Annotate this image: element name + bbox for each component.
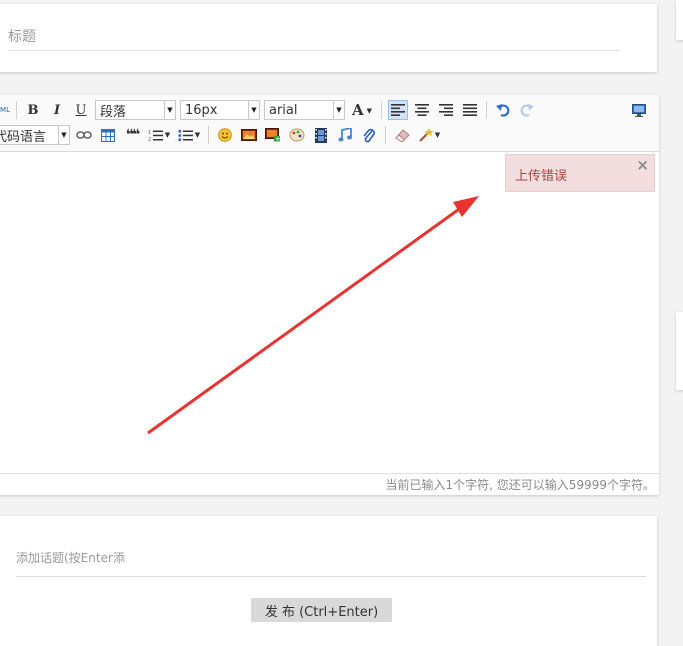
insert-video-button[interactable]: [311, 125, 331, 145]
chevron-down-icon: ▼: [366, 105, 373, 115]
editor-toolbar: HTML B I U 段落 ▼ 16px ▼ arial ▼ A▼: [0, 95, 659, 152]
ordered-list-button[interactable]: 12 ▼: [146, 125, 172, 145]
font-size-select-value: 16px: [185, 102, 218, 118]
publish-button[interactable]: 发 布 (Ctrl+Enter): [251, 598, 392, 622]
underline-button[interactable]: U: [71, 100, 91, 120]
chevron-down-icon: ▼: [194, 131, 201, 139]
font-size-select[interactable]: 16px ▼: [180, 100, 260, 120]
chevron-down-icon: ▼: [164, 101, 175, 119]
toolbar-separator: [208, 126, 209, 144]
align-left-button[interactable]: [388, 100, 408, 120]
italic-button[interactable]: I: [47, 100, 67, 120]
insert-music-button[interactable]: [335, 125, 355, 145]
paperclip-icon: [363, 128, 375, 142]
blockquote-button[interactable]: ❝❝: [122, 125, 142, 145]
palette-icon: [289, 128, 305, 142]
svg-text:2: 2: [148, 137, 151, 142]
emoticon-button[interactable]: [215, 125, 235, 145]
align-center-icon: [415, 104, 429, 116]
publish-card: 发 布 (Ctrl+Enter): [0, 516, 657, 646]
side-panel-fragment: [676, 312, 683, 390]
image-icon: [241, 129, 257, 141]
toolbar-separator: [486, 101, 487, 119]
title-card: [0, 4, 657, 72]
toolbar-separator: [385, 126, 386, 144]
align-left-icon: [391, 104, 405, 116]
redo-icon: [520, 104, 534, 117]
fullscreen-icon: [632, 103, 646, 117]
chevron-down-icon: ▼: [434, 131, 441, 139]
unordered-list-button[interactable]: ▼: [176, 125, 202, 145]
film-icon: [315, 127, 327, 143]
font-family-select-value: arial: [269, 102, 298, 118]
link-icon: [76, 131, 92, 139]
table-icon: [101, 128, 115, 142]
multi-image-icon: +: [265, 128, 281, 142]
code-language-select-value: 代码语言: [0, 129, 47, 145]
unordered-list-icon: [178, 129, 193, 141]
align-right-icon: [439, 104, 453, 116]
link-button[interactable]: [74, 125, 94, 145]
table-button[interactable]: [98, 125, 118, 145]
editor-content-area[interactable]: [0, 152, 659, 471]
smiley-icon: [218, 128, 232, 142]
ordered-list-icon: 12: [148, 130, 163, 142]
font-color-button[interactable]: A ▼: [349, 100, 375, 120]
word-count-status: 当前已输入1个字符, 您还可以输入59999个字符。: [0, 473, 659, 495]
svg-text:1: 1: [148, 130, 151, 136]
multi-image-button[interactable]: +: [263, 125, 283, 145]
attachment-button[interactable]: [359, 125, 379, 145]
toolbar-row-1: HTML B I U 段落 ▼ 16px ▼ arial ▼ A▼: [0, 98, 651, 122]
align-right-button[interactable]: [436, 100, 456, 120]
magic-wand-icon: [419, 128, 434, 142]
paragraph-select[interactable]: 段落 ▼: [95, 100, 176, 120]
code-language-select[interactable]: 代码语言 ▼: [0, 125, 70, 145]
toolbar-separator: [381, 101, 382, 119]
paragraph-select-value: 段落: [100, 104, 127, 120]
svg-text:+: +: [275, 135, 281, 142]
chevron-down-icon: ▼: [164, 131, 171, 139]
clear-format-button[interactable]: [392, 125, 412, 145]
toolbar-separator: [16, 101, 17, 119]
font-family-select[interactable]: arial ▼: [264, 100, 345, 120]
align-center-button[interactable]: [412, 100, 432, 120]
chevron-down-icon: ▼: [248, 101, 259, 119]
title-input[interactable]: [8, 24, 620, 51]
align-justify-button[interactable]: [460, 100, 480, 120]
bold-button[interactable]: B: [23, 100, 43, 120]
html-source-button[interactable]: HTML: [0, 100, 10, 120]
insert-image-button[interactable]: [239, 125, 259, 145]
undo-icon: [496, 104, 510, 117]
toolbar-row-2: 代码语言 ▼ ❝❝ 12 ▼ ▼ + ▼: [0, 123, 444, 147]
undo-button[interactable]: [493, 100, 513, 120]
music-icon: [338, 128, 352, 142]
side-panel-fragment: [676, 0, 683, 40]
upload-error-popup: 上传错误 ×: [505, 154, 655, 192]
scrawl-button[interactable]: [287, 125, 307, 145]
font-color-label: A: [351, 101, 364, 119]
align-justify-icon: [463, 104, 477, 116]
error-message: 上传错误: [515, 169, 568, 184]
chevron-down-icon: ▼: [333, 101, 344, 119]
format-brush-button[interactable]: ▼: [416, 125, 442, 145]
eraser-icon: [395, 129, 410, 142]
topic-input[interactable]: [16, 540, 646, 577]
chevron-down-icon: ▼: [58, 126, 69, 144]
redo-button[interactable]: [517, 100, 537, 120]
fullscreen-button[interactable]: [629, 100, 649, 120]
close-icon[interactable]: ×: [636, 156, 649, 174]
